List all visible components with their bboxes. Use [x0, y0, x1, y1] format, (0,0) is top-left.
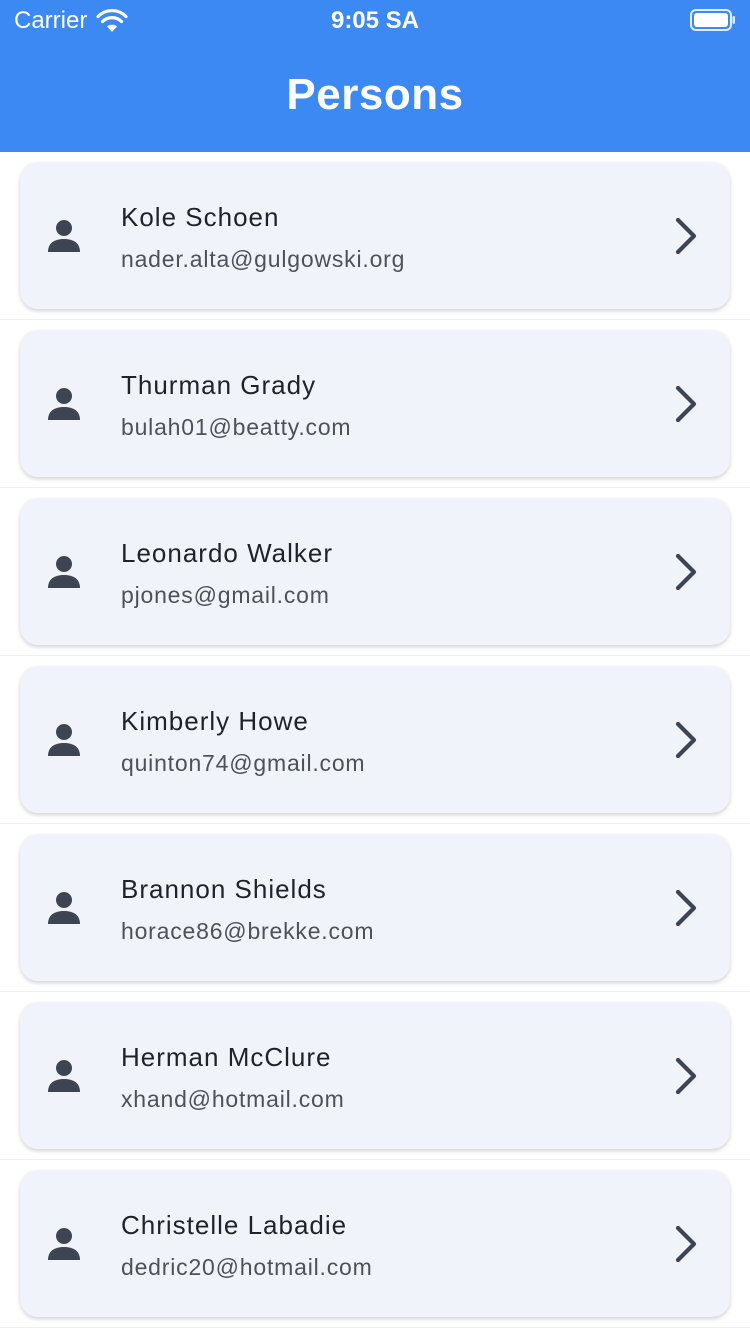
list-item: Leonardo Walker pjones@gmail.com: [0, 488, 750, 656]
person-name: Brannon Shields: [121, 874, 327, 904]
person-name: Christelle Labadie: [121, 1210, 348, 1240]
chevron-right-icon[interactable]: [672, 216, 700, 256]
person-email: horace86@brekke.com: [121, 918, 375, 944]
person-email: bulah01@beatty.com: [121, 414, 352, 440]
person-email: nader.alta@gulgowski.org: [121, 246, 406, 272]
person-card[interactable]: Herman McClure xhand@hotmail.com: [20, 1002, 730, 1149]
person-icon: [46, 386, 82, 422]
chevron-right-icon[interactable]: [672, 1224, 700, 1264]
battery-icon: [690, 9, 735, 31]
person-email: xhand@hotmail.com: [121, 1086, 345, 1112]
list-item: Kole Schoen nader.alta@gulgowski.org: [0, 152, 750, 320]
list-item: Herman McClure xhand@hotmail.com: [0, 992, 750, 1160]
list-item: Thurman Grady bulah01@beatty.com: [0, 320, 750, 488]
app-header: Carrier 9:05 SA Persons: [0, 0, 750, 152]
person-icon: [46, 554, 82, 590]
person-card[interactable]: Leonardo Walker pjones@gmail.com: [20, 498, 730, 645]
person-icon: [46, 218, 82, 254]
person-icon: [46, 722, 82, 758]
chevron-right-icon[interactable]: [672, 720, 700, 760]
status-time: 9:05 SA: [330, 7, 420, 34]
list-item: Kimberly Howe quinton74@gmail.com: [0, 656, 750, 824]
person-card[interactable]: Kimberly Howe quinton74@gmail.com: [20, 666, 730, 813]
chevron-right-icon[interactable]: [672, 888, 700, 928]
person-name: Kimberly Howe: [121, 706, 309, 736]
person-card[interactable]: Kole Schoen nader.alta@gulgowski.org: [20, 162, 730, 309]
person-name: Thurman Grady: [121, 370, 317, 400]
person-email: dedric20@hotmail.com: [121, 1254, 373, 1280]
status-bar: Carrier 9:05 SA: [0, 0, 750, 42]
person-name: Herman McClure: [121, 1042, 332, 1072]
chevron-right-icon[interactable]: [672, 1056, 700, 1096]
page-title: Persons: [286, 70, 464, 119]
list-item: Brannon Shields horace86@brekke.com: [0, 824, 750, 992]
list-item: Christelle Labadie dedric20@hotmail.com: [0, 1160, 750, 1328]
person-name: Leonardo Walker: [121, 538, 334, 568]
person-email: quinton74@gmail.com: [121, 750, 366, 776]
person-icon: [46, 1226, 82, 1262]
person-icon: [46, 1058, 82, 1094]
person-icon: [46, 890, 82, 926]
person-name: Kole Schoen: [121, 202, 280, 232]
person-email: pjones@gmail.com: [121, 582, 330, 608]
person-card[interactable]: Brannon Shields horace86@brekke.com: [20, 834, 730, 981]
chevron-right-icon[interactable]: [672, 384, 700, 424]
person-card[interactable]: Thurman Grady bulah01@beatty.com: [20, 330, 730, 477]
person-card[interactable]: Christelle Labadie dedric20@hotmail.com: [20, 1170, 730, 1317]
chevron-right-icon[interactable]: [672, 552, 700, 592]
